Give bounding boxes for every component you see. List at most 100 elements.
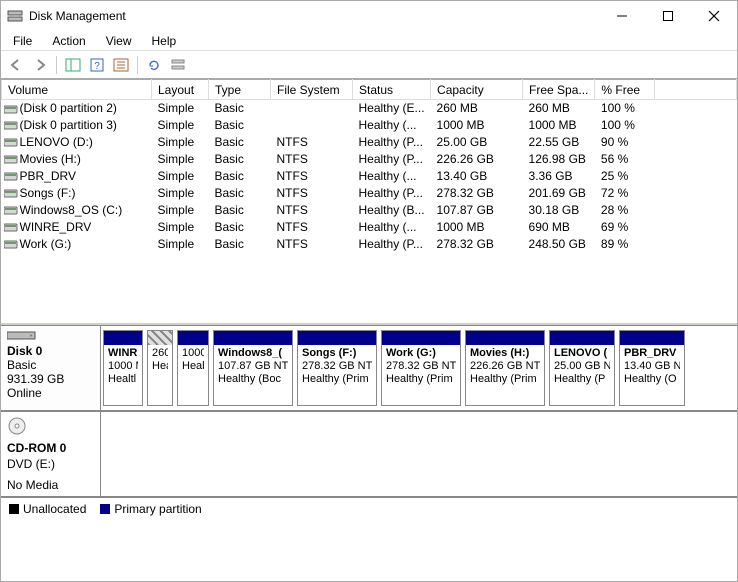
menu-file[interactable]: File bbox=[3, 32, 42, 50]
partition[interactable]: Work (G:)278.32 GB NTFHealthy (Prim bbox=[381, 330, 461, 406]
volume-status: Healthy (... bbox=[353, 168, 431, 185]
partition[interactable]: Windows8_(107.87 GB NTHealthy (Boc bbox=[213, 330, 293, 406]
volume-type: Basic bbox=[209, 202, 271, 219]
volume-icon bbox=[4, 137, 18, 148]
refresh-button[interactable] bbox=[143, 54, 165, 76]
partition-label: Windows8_(107.87 GB NTHealthy (Boc bbox=[214, 345, 292, 388]
partition-stripe bbox=[620, 331, 684, 345]
menu-view[interactable]: View bbox=[96, 32, 142, 50]
disk-row-disk0[interactable]: Disk 0 Basic 931.39 GB Online WINRE1000 … bbox=[1, 325, 737, 411]
volume-icon bbox=[4, 205, 18, 216]
volume-status: Healthy (P... bbox=[353, 236, 431, 253]
volume-name: (Disk 0 partition 2) bbox=[20, 101, 117, 115]
cdrom-icon bbox=[7, 416, 94, 439]
volume-layout: Simple bbox=[152, 134, 209, 151]
partition[interactable]: WINRE1000 MHealtl bbox=[103, 330, 143, 406]
volume-fs bbox=[271, 117, 353, 134]
table-row[interactable]: PBR_DRVSimpleBasicNTFSHealthy (...13.40 … bbox=[2, 168, 737, 185]
partition-stripe bbox=[104, 331, 142, 345]
volume-icon bbox=[4, 104, 18, 115]
settings-button[interactable] bbox=[110, 54, 132, 76]
col-capacity[interactable]: Capacity bbox=[431, 80, 523, 100]
volume-free: 1000 MB bbox=[523, 117, 595, 134]
partition[interactable]: PBR_DRV13.40 GB NHealthy (O bbox=[619, 330, 685, 406]
partition[interactable]: 260 MHeali bbox=[147, 330, 173, 406]
show-hide-tree-button[interactable] bbox=[62, 54, 84, 76]
volume-pct: 89 % bbox=[595, 236, 655, 253]
volume-name: Songs (F:) bbox=[20, 186, 76, 200]
volume-capacity: 278.32 GB bbox=[431, 236, 523, 253]
partition[interactable]: Songs (F:)278.32 GB NTFHealthy (Prim bbox=[297, 330, 377, 406]
forward-button[interactable] bbox=[29, 54, 51, 76]
partition[interactable]: LENOVO (25.00 GB NHealthy (P bbox=[549, 330, 615, 406]
table-row[interactable]: WINRE_DRVSimpleBasicNTFSHealthy (...1000… bbox=[2, 219, 737, 236]
table-row[interactable]: Songs (F:)SimpleBasicNTFSHealthy (P...27… bbox=[2, 185, 737, 202]
help-button[interactable]: ? bbox=[86, 54, 108, 76]
volume-type: Basic bbox=[209, 100, 271, 117]
volume-layout: Simple bbox=[152, 236, 209, 253]
col-status[interactable]: Status bbox=[353, 80, 431, 100]
table-row[interactable]: Windows8_OS (C:)SimpleBasicNTFSHealthy (… bbox=[2, 202, 737, 219]
table-row[interactable]: (Disk 0 partition 2)SimpleBasicHealthy (… bbox=[2, 100, 737, 117]
disk-label: Disk 0 Basic 931.39 GB Online bbox=[1, 326, 101, 410]
minimize-button[interactable] bbox=[599, 1, 645, 31]
list-view-button[interactable] bbox=[167, 54, 189, 76]
menu-action[interactable]: Action bbox=[42, 32, 95, 50]
table-row[interactable]: (Disk 0 partition 3)SimpleBasicHealthy (… bbox=[2, 117, 737, 134]
volume-pct: 90 % bbox=[595, 134, 655, 151]
volume-free: 22.55 GB bbox=[523, 134, 595, 151]
cdrom-name: CD-ROM 0 bbox=[7, 441, 94, 455]
legend-primary: Primary partition bbox=[100, 502, 201, 516]
legend: Unallocated Primary partition bbox=[1, 497, 737, 520]
col-type[interactable]: Type bbox=[209, 80, 271, 100]
volume-layout: Simple bbox=[152, 117, 209, 134]
volume-name: LENOVO (D:) bbox=[20, 135, 93, 149]
table-header-row: Volume Layout Type File System Status Ca… bbox=[2, 80, 737, 100]
disk-panel: Disk 0 Basic 931.39 GB Online WINRE1000 … bbox=[1, 323, 737, 520]
volume-name: PBR_DRV bbox=[20, 169, 76, 183]
volume-icon bbox=[4, 120, 18, 131]
partition-label: WINRE1000 MHealtl bbox=[104, 345, 142, 388]
volume-status: Healthy (P... bbox=[353, 185, 431, 202]
volume-capacity: 278.32 GB bbox=[431, 185, 523, 202]
volume-name: WINRE_DRV bbox=[20, 220, 92, 234]
menu-help[interactable]: Help bbox=[142, 32, 187, 50]
table-row[interactable]: LENOVO (D:)SimpleBasicNTFSHealthy (P...2… bbox=[2, 134, 737, 151]
volume-status: Healthy (... bbox=[353, 219, 431, 236]
volume-icon bbox=[4, 222, 18, 233]
volume-pct: 28 % bbox=[595, 202, 655, 219]
volume-capacity: 260 MB bbox=[431, 100, 523, 117]
partition-stripe bbox=[382, 331, 460, 345]
volume-table[interactable]: Volume Layout Type File System Status Ca… bbox=[1, 79, 737, 253]
table-row[interactable]: Movies (H:)SimpleBasicNTFSHealthy (P...2… bbox=[2, 151, 737, 168]
volume-free: 248.50 GB bbox=[523, 236, 595, 253]
partition[interactable]: Movies (H:)226.26 GB NTFHealthy (Prim bbox=[465, 330, 545, 406]
volume-type: Basic bbox=[209, 219, 271, 236]
volume-layout: Simple bbox=[152, 202, 209, 219]
close-button[interactable] bbox=[691, 1, 737, 31]
volume-pct: 25 % bbox=[595, 168, 655, 185]
disk-status: Online bbox=[7, 386, 94, 400]
disk-icon bbox=[7, 330, 39, 340]
col-volume[interactable]: Volume bbox=[2, 80, 152, 100]
col-free[interactable]: Free Spa... bbox=[523, 80, 595, 100]
volume-pct: 56 % bbox=[595, 151, 655, 168]
col-pct[interactable]: % Free bbox=[595, 80, 655, 100]
volume-icon bbox=[4, 188, 18, 199]
cdrom-label: CD-ROM 0 DVD (E:) No Media bbox=[1, 412, 101, 496]
table-row[interactable]: Work (G:)SimpleBasicNTFSHealthy (P...278… bbox=[2, 236, 737, 253]
back-button[interactable] bbox=[5, 54, 27, 76]
volume-capacity: 1000 MB bbox=[431, 117, 523, 134]
col-layout[interactable]: Layout bbox=[152, 80, 209, 100]
volume-name: (Disk 0 partition 3) bbox=[20, 118, 117, 132]
partition-stripe bbox=[148, 331, 172, 345]
col-fs[interactable]: File System bbox=[271, 80, 353, 100]
volume-name: Work (G:) bbox=[20, 237, 72, 251]
partition[interactable]: 1000 MHealtl bbox=[177, 330, 209, 406]
volume-status: Healthy (E... bbox=[353, 100, 431, 117]
maximize-button[interactable] bbox=[645, 1, 691, 31]
volume-free: 260 MB bbox=[523, 100, 595, 117]
volume-status: Healthy (... bbox=[353, 117, 431, 134]
disk-row-cdrom[interactable]: CD-ROM 0 DVD (E:) No Media bbox=[1, 411, 737, 497]
volume-fs: NTFS bbox=[271, 168, 353, 185]
